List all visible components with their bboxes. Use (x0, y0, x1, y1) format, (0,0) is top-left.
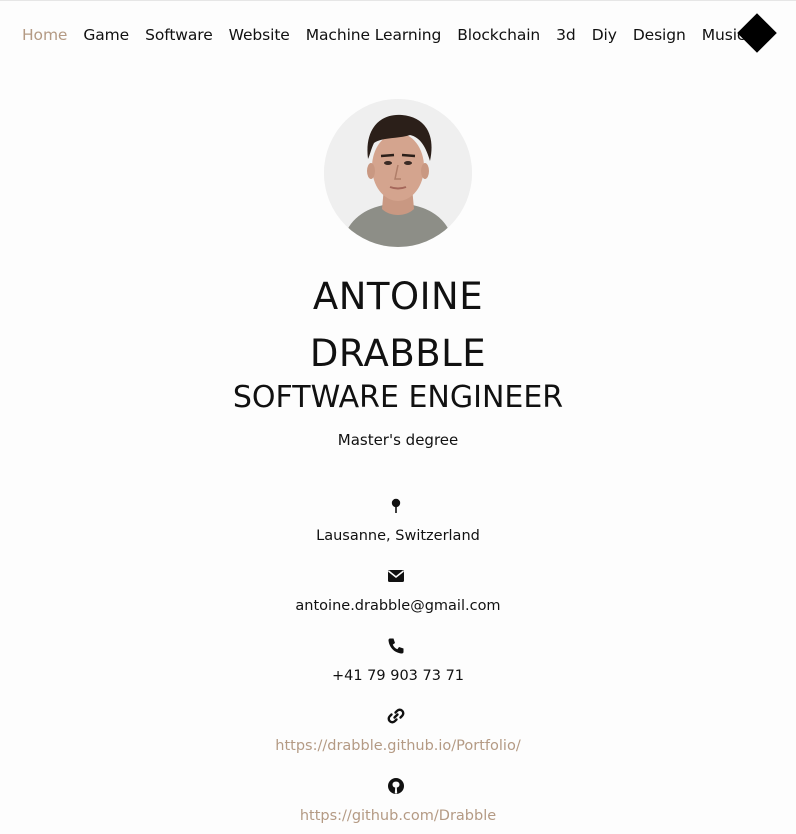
name-last: DRABBLE (309, 332, 487, 375)
link-icon (387, 708, 405, 724)
nav-item-blockchain[interactable]: Blockchain (457, 26, 540, 44)
nav-item-game[interactable]: Game (83, 26, 129, 44)
email-text[interactable]: antoine.drabble@gmail.com (0, 596, 796, 616)
nav-item-machine-learning[interactable]: Machine Learning (306, 26, 442, 44)
profile-photo (324, 99, 472, 247)
nav-item-software[interactable]: Software (145, 26, 213, 44)
nav-item-home[interactable]: Home (22, 26, 67, 44)
phone-icon (388, 638, 404, 654)
nav-item-3d[interactable]: 3d (556, 26, 576, 44)
name-first: ANTOINE (312, 275, 484, 318)
profile-name: ANTOINE DRABBLE (0, 268, 796, 382)
top-border (0, 0, 796, 1)
nav-item-diy[interactable]: Diy (592, 26, 617, 44)
github-link[interactable]: https://github.com/Drabble (300, 808, 496, 824)
main-nav: Home Game Software Website Machine Learn… (22, 18, 761, 52)
envelope-icon (388, 570, 404, 582)
job-title: SOFTWARE ENGINEER (232, 380, 564, 415)
location-text: Lausanne, Switzerland (316, 528, 480, 544)
portfolio-link[interactable]: https://drabble.github.io/Portfolio/ (275, 738, 520, 754)
phone-text[interactable]: +41 79 903 73 71 (0, 666, 796, 686)
degree-text: Master's degree (337, 431, 459, 449)
avatar (324, 99, 472, 247)
map-pin-icon (391, 498, 401, 513)
nav-item-website[interactable]: Website (229, 26, 290, 44)
nav-item-design[interactable]: Design (633, 26, 686, 44)
github-icon (388, 778, 404, 794)
